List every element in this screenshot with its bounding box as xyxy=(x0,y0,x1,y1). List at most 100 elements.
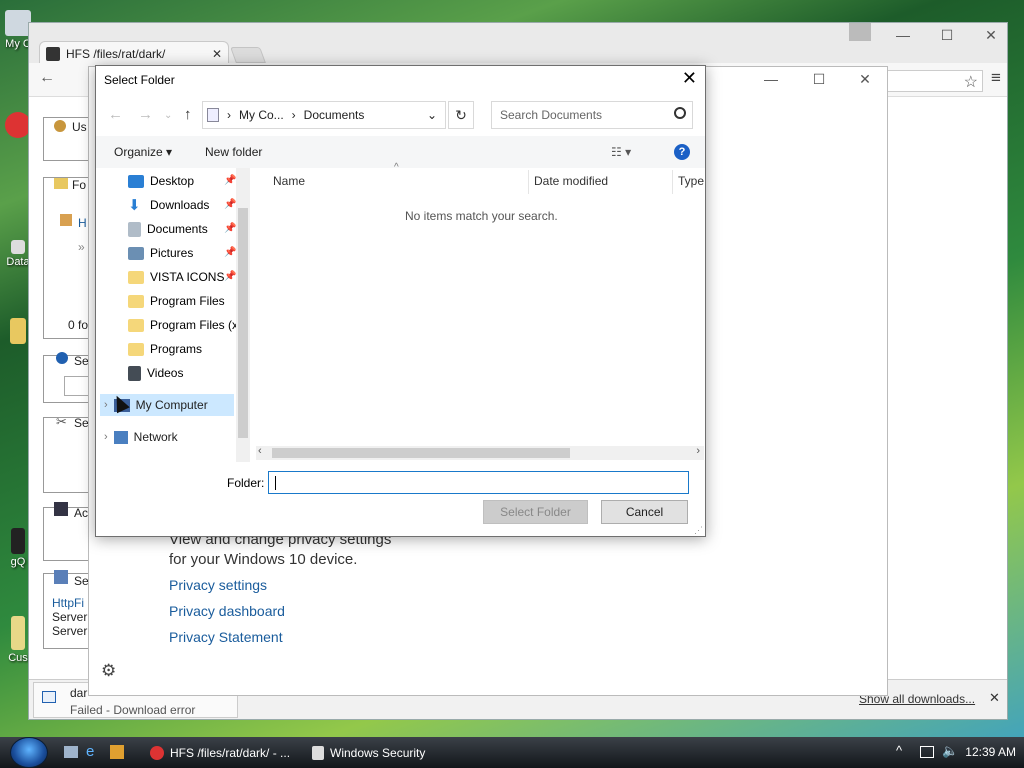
hfs-label-server: Se xyxy=(74,574,89,588)
nav-item-pictures[interactable]: Pictures xyxy=(128,242,193,264)
nav-item-label: Videos xyxy=(147,366,184,380)
tab-close-icon[interactable]: ✕ xyxy=(212,47,222,61)
column-header-name[interactable]: Name xyxy=(273,174,305,188)
select-folder-button[interactable]: Select Folder xyxy=(483,500,588,524)
media-player-icon[interactable] xyxy=(110,745,124,759)
pin-icon[interactable]: 📌 xyxy=(224,271,236,282)
pin-icon[interactable]: 📌 xyxy=(224,247,236,258)
search-placeholder: Search Documents xyxy=(500,108,603,122)
network-tray-icon[interactable] xyxy=(920,746,934,758)
hfs-label-home[interactable]: H xyxy=(78,216,87,230)
nav-item-program-files-x86[interactable]: Program Files (x xyxy=(128,314,238,336)
breadcrumb-separator: › xyxy=(227,108,231,122)
pin-icon[interactable]: 📌 xyxy=(224,199,236,210)
horizontal-scrollbar[interactable]: ‹ › xyxy=(256,445,704,460)
folder-icon xyxy=(128,318,144,332)
hfs-label-user: Us xyxy=(72,120,87,134)
refresh-button[interactable]: ↻ xyxy=(448,101,474,129)
view-options-icon[interactable]: ☷ ▾ xyxy=(611,145,631,159)
column-separator xyxy=(528,170,529,194)
command-bar: Organize ▾ New folder ☷ ▾ ? xyxy=(96,136,705,168)
nav-item-documents[interactable]: Documents xyxy=(128,218,208,240)
nav-item-label: Desktop xyxy=(150,174,195,188)
breadcrumb[interactable]: › My Co... › Documents ⌄ xyxy=(202,101,446,129)
up-arrow-icon[interactable]: ↑ xyxy=(184,106,192,123)
scrollbar-thumb[interactable] xyxy=(272,448,570,458)
expand-chevron-icon[interactable]: › xyxy=(104,431,108,443)
nav-item-label: Program Files (x xyxy=(150,318,239,332)
text-cursor xyxy=(275,476,276,490)
nav-item-vista-icons[interactable]: VISTA ICONS xyxy=(128,266,224,288)
nav-item-network[interactable]: › Network xyxy=(100,426,178,448)
nav-item-label: Program Files xyxy=(150,294,225,308)
address-bar[interactable]: ☆ xyxy=(887,70,983,92)
browser-tab[interactable]: HFS /files/rat/dark/ ✕ xyxy=(39,41,229,65)
bookmark-star-icon[interactable]: ☆ xyxy=(964,72,978,92)
search-input[interactable]: Search Documents xyxy=(491,101,693,129)
pin-icon[interactable]: 📌 xyxy=(224,175,236,186)
desktop-icon-label: gQ xyxy=(10,556,26,568)
chrome-minimize-button[interactable]: — xyxy=(881,27,925,43)
profile-icon[interactable] xyxy=(849,23,871,41)
scroll-left-icon[interactable]: ‹ xyxy=(258,445,262,457)
column-header-date-modified[interactable]: Date modified xyxy=(534,174,608,188)
new-folder-button[interactable]: New folder xyxy=(205,145,262,159)
chrome-close-button[interactable]: ✕ xyxy=(969,27,1013,44)
ie-icon[interactable]: e xyxy=(86,743,94,760)
user-icon xyxy=(54,120,66,132)
breadcrumb-item-my-computer[interactable]: My Co... xyxy=(239,108,284,122)
download-bar-close-icon[interactable]: ✕ xyxy=(989,690,1000,706)
recent-chevron-icon[interactable]: ⌄ xyxy=(164,110,172,121)
new-tab-button[interactable] xyxy=(230,47,266,63)
nav-item-downloads[interactable]: ⬇ Downloads xyxy=(128,194,209,216)
resize-grip-icon[interactable]: ⋰ xyxy=(694,525,703,536)
privacy-statement-link[interactable]: Privacy Statement xyxy=(169,629,283,645)
column-separator xyxy=(672,170,673,194)
gear-icon[interactable]: ⚙ xyxy=(101,661,116,681)
settings-close-button[interactable]: ✕ xyxy=(843,71,887,88)
start-button[interactable] xyxy=(10,737,48,768)
organize-button[interactable]: Organize ▾ xyxy=(114,145,172,159)
scissors-icon: ✂ xyxy=(56,414,67,429)
breadcrumb-separator: › xyxy=(291,108,296,122)
chrome-maximize-button[interactable]: ☐ xyxy=(925,27,969,44)
cancel-button[interactable]: Cancel xyxy=(601,500,688,524)
column-header-type[interactable]: Type xyxy=(678,174,704,188)
folder-icon xyxy=(10,318,26,344)
help-icon[interactable]: ? xyxy=(674,144,690,160)
navigation-scrollbar[interactable] xyxy=(236,168,250,462)
privacy-dashboard-link[interactable]: Privacy dashboard xyxy=(169,603,285,619)
dialog-close-button[interactable]: ✕ xyxy=(682,68,697,89)
server-icon xyxy=(54,570,68,584)
refresh-icon: ↻ xyxy=(455,107,467,123)
back-arrow-icon[interactable]: ← xyxy=(108,106,123,123)
hfs-link-httpfile[interactable]: HttpFi xyxy=(52,596,84,610)
taskbar-item-windows-security[interactable]: Windows Security xyxy=(312,741,472,765)
forward-arrow-icon[interactable]: → xyxy=(138,106,153,123)
breadcrumb-item-documents[interactable]: Documents xyxy=(304,108,365,122)
nav-item-program-files[interactable]: Program Files xyxy=(128,290,225,312)
nav-item-desktop[interactable]: Desktop xyxy=(128,170,194,192)
volume-icon[interactable]: 🔈 xyxy=(942,743,958,759)
desktop-icon-label: My C xyxy=(5,38,31,50)
scrollbar-thumb[interactable] xyxy=(238,208,248,438)
folder-input[interactable] xyxy=(268,471,689,494)
shield-icon xyxy=(312,746,324,760)
back-arrow-icon[interactable]: ← xyxy=(39,69,55,87)
tray-expand-icon[interactable]: ^ xyxy=(896,743,902,758)
chrome-menu-icon[interactable]: ≡ xyxy=(991,68,1001,88)
settings-maximize-button[interactable]: ☐ xyxy=(797,71,841,88)
chevron-down-icon[interactable]: ⌄ xyxy=(427,108,437,122)
show-desktop-icon[interactable] xyxy=(64,746,78,758)
nav-item-videos[interactable]: Videos xyxy=(128,362,183,384)
clock[interactable]: 12:39 AM xyxy=(965,745,1016,759)
taskbar-item-label: HFS /files/rat/dark/ - ... xyxy=(170,746,291,760)
documents-location-icon xyxy=(207,108,219,122)
privacy-settings-link[interactable]: Privacy settings xyxy=(169,577,267,593)
settings-minimize-button[interactable]: — xyxy=(749,71,793,87)
taskbar-item-chrome[interactable]: HFS /files/rat/dark/ - ... xyxy=(150,741,298,765)
pin-icon[interactable]: 📌 xyxy=(224,223,236,234)
expand-chevron-icon[interactable]: › xyxy=(104,399,108,411)
nav-item-programs[interactable]: Programs xyxy=(128,338,202,360)
scroll-right-icon[interactable]: › xyxy=(696,445,700,457)
